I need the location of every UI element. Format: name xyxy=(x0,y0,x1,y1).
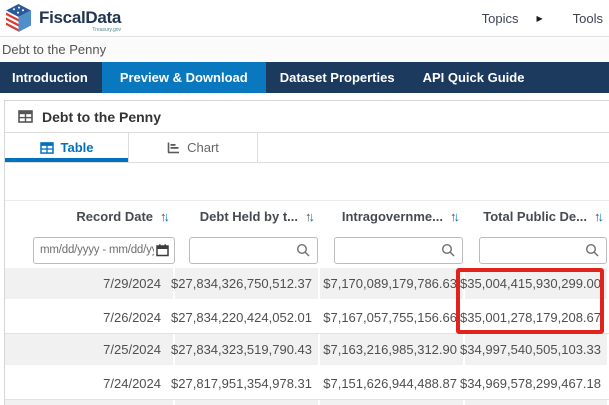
tools-menu[interactable]: Tools xyxy=(569,11,607,26)
cell-intragov: $7,151,626,944,488.87 xyxy=(320,367,465,399)
top-nav: Topics ▶ Tools xyxy=(478,11,607,26)
tab-chart-view[interactable]: Chart xyxy=(128,133,258,162)
sort-icon[interactable]: ↑↓ xyxy=(160,209,167,224)
tab-dataset-properties[interactable]: Dataset Properties xyxy=(266,62,409,93)
date-range-input[interactable] xyxy=(33,237,175,264)
table-filter-row xyxy=(5,232,609,268)
table-row: 7/24/2024 $27,817,951,354,978.31 $7,151,… xyxy=(5,367,609,400)
search-filter-cell-intragov xyxy=(320,232,465,268)
search-icon xyxy=(296,243,310,257)
dataset-section-nav: Introduction Preview & Download Dataset … xyxy=(0,62,609,93)
dataset-preview-card: Debt to the Penny Table xyxy=(4,100,609,405)
cell-record-date: 7/25/2024 xyxy=(5,334,175,365)
cell-record-date: 7/26/2024 xyxy=(5,301,175,333)
cell-record-date: 7/29/2024 xyxy=(5,268,175,299)
search-icon xyxy=(441,243,455,257)
dataset-title: Debt to the Penny xyxy=(42,109,161,125)
date-filter-cell xyxy=(5,232,175,268)
table-top-spacer xyxy=(5,163,609,200)
cell-debt-held: $27,834,220,424,052.01 xyxy=(175,301,320,333)
cell-total-debt: $34,997,540,505,103.33 xyxy=(465,334,609,365)
column-label: Debt Held by t... xyxy=(200,209,298,224)
cell-intragov: $7,167,057,755,156.66 xyxy=(320,301,465,333)
chart-view-icon xyxy=(167,142,180,154)
cell-intragov: $7,170,089,179,786.63 xyxy=(320,268,465,299)
cell-intragov: $7,163,216,985,312.90 xyxy=(320,334,465,365)
table-row: 7/26/2024 $27,834,220,424,052.01 $7,167,… xyxy=(5,301,609,334)
site-header: FiscalData Treasury.gov Topics ▶ Tools xyxy=(0,0,609,36)
topics-menu[interactable]: Topics xyxy=(478,11,523,26)
sort-icon[interactable]: ↑↓ xyxy=(450,209,457,224)
logo-wordmark: FiscalData xyxy=(39,9,121,26)
table-row: 7/29/2024 $27,834,326,750,512.37 $7,170,… xyxy=(5,268,609,301)
breadcrumb: Debt to the Penny xyxy=(2,42,106,57)
sort-icon[interactable]: ↑↓ xyxy=(594,209,601,224)
tab-introduction[interactable]: Introduction xyxy=(0,62,102,93)
cell-total-debt: $34,969,578,299,467.18 xyxy=(465,367,609,399)
tab-api-quick-guide[interactable]: API Quick Guide xyxy=(409,62,539,93)
column-label: Total Public De... xyxy=(483,209,587,224)
cell-intragov xyxy=(320,400,465,405)
table-header-row: Record Date ↑↓ Debt Held by t... ↑↓ Intr… xyxy=(5,200,609,232)
chart-view-label: Chart xyxy=(187,140,219,155)
table-row-partial xyxy=(5,400,609,405)
column-header-record-date[interactable]: Record Date ↑↓ xyxy=(5,209,175,224)
cell-record-date xyxy=(5,400,175,405)
topics-expand-arrow-icon[interactable]: ▶ xyxy=(536,14,542,23)
cell-total-debt xyxy=(465,400,609,405)
calendar-icon[interactable] xyxy=(156,244,169,257)
cell-total-debt: $35,004,415,930,299.00 xyxy=(465,268,609,299)
breadcrumb-bar: Debt to the Penny xyxy=(0,36,609,62)
table-row: 7/25/2024 $27,834,323,519,790.43 $7,163,… xyxy=(5,334,609,367)
column-header-debt-held[interactable]: Debt Held by t... ↑↓ xyxy=(175,209,320,224)
search-icon xyxy=(585,243,599,257)
column-header-intragovernmental[interactable]: Intragovernme... ↑↓ xyxy=(320,209,465,224)
cell-record-date: 7/24/2024 xyxy=(5,367,175,399)
table-view-label: Table xyxy=(61,140,94,155)
column-label: Intragovernme... xyxy=(342,209,443,224)
table-view-icon xyxy=(40,142,54,154)
tab-table-view[interactable]: Table xyxy=(5,133,128,162)
cell-total-debt: $35,001,278,179,208.67 xyxy=(465,301,609,333)
table-grid-icon xyxy=(18,110,33,123)
search-filter-cell-debt-held xyxy=(175,232,320,268)
fiscaldata-cube-icon xyxy=(4,3,33,34)
logo-subtitle: Treasury.gov xyxy=(92,28,121,33)
cell-debt-held: $27,817,951,354,978.31 xyxy=(175,367,320,399)
sort-icon[interactable]: ↑↓ xyxy=(305,209,312,224)
cell-debt-held xyxy=(175,400,320,405)
view-toggle-tabs: Table Chart xyxy=(5,133,609,163)
dataset-card-header: Debt to the Penny xyxy=(5,101,609,133)
search-filter-cell-total-debt xyxy=(465,232,609,268)
column-label: Record Date xyxy=(76,209,153,224)
column-header-total-public-debt[interactable]: Total Public De... ↑↓ xyxy=(465,209,609,224)
cell-debt-held: $27,834,323,519,790.43 xyxy=(175,334,320,365)
data-table: Record Date ↑↓ Debt Held by t... ↑↓ Intr… xyxy=(5,200,609,405)
tab-preview-download[interactable]: Preview & Download xyxy=(102,62,266,93)
fiscaldata-logo[interactable]: FiscalData Treasury.gov xyxy=(4,3,121,34)
cell-debt-held: $27,834,326,750,512.37 xyxy=(175,268,320,299)
